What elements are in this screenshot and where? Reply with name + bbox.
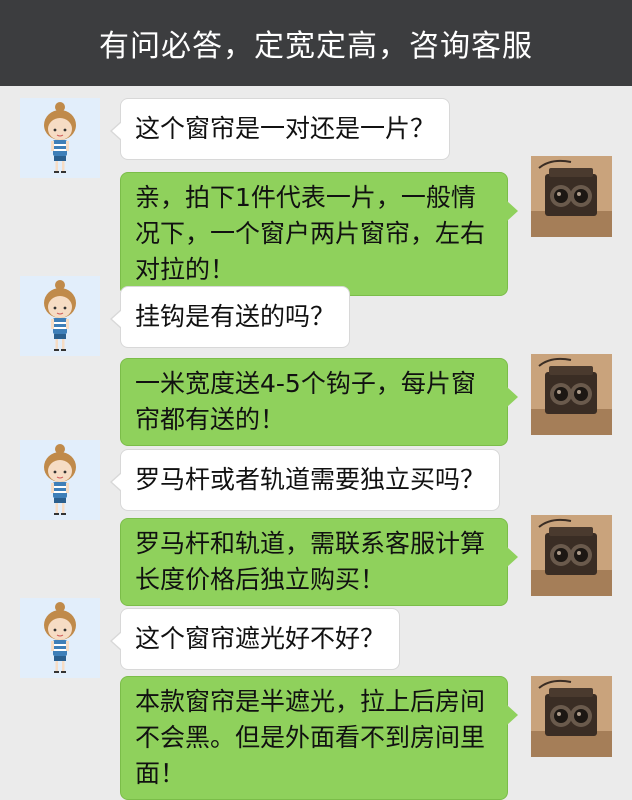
service-avatar [531,676,612,757]
question-bubble: 这个窗帘遮光好不好？ [109,608,401,670]
question-bubble: 罗马杆或者轨道需要独立买吗？ [109,449,501,511]
header-title: 有问必答，定宽定高，咨询客服 [99,29,533,64]
service-avatar [531,156,612,237]
question-bubble: 这个窗帘是一对还是一片？ [109,98,451,160]
service-avatar [531,515,612,596]
girl-icon [20,440,100,520]
camera-icon [531,515,612,596]
answer-text: 罗马杆和轨道，需联系客服计算长度价格后独立购买！ [135,529,486,594]
girl-icon [20,98,100,178]
answer-text: 本款窗帘是半遮光，拉上后房间不会黑。但是外面看不到房间里面！ [135,687,486,788]
customer-avatar [20,276,100,356]
question-text: 这个窗帘遮光好不好？ [135,624,386,653]
question-text: 挂钩是有送的吗？ [135,302,336,331]
answer-bubble: 一米宽度送4-5个钩子，每片窗帘都有送的！ [120,358,518,446]
girl-icon [20,598,100,678]
customer-avatar [20,440,100,520]
answer-bubble: 本款窗帘是半遮光，拉上后房间不会黑。但是外面看不到房间里面！ [120,676,518,800]
girl-icon [20,276,100,356]
answer-text: 亲，拍下1件代表一片，一般情况下，一个窗户两片窗帘，左右对拉的！ [135,183,486,284]
page-header: 有问必答，定宽定高，咨询客服 [0,0,632,86]
camera-icon [531,354,612,435]
service-avatar [531,354,612,435]
question-bubble: 挂钩是有送的吗？ [109,286,351,348]
camera-icon [531,676,612,757]
question-text: 罗马杆或者轨道需要独立买吗？ [135,465,486,494]
customer-avatar [20,98,100,178]
answer-text: 一米宽度送4-5个钩子，每片窗帘都有送的！ [135,369,476,434]
question-text: 这个窗帘是一对还是一片？ [135,114,436,143]
camera-icon [531,156,612,237]
customer-avatar [20,598,100,678]
answer-bubble: 罗马杆和轨道，需联系客服计算长度价格后独立购买！ [120,518,518,606]
answer-bubble: 亲，拍下1件代表一片，一般情况下，一个窗户两片窗帘，左右对拉的！ [120,172,518,296]
